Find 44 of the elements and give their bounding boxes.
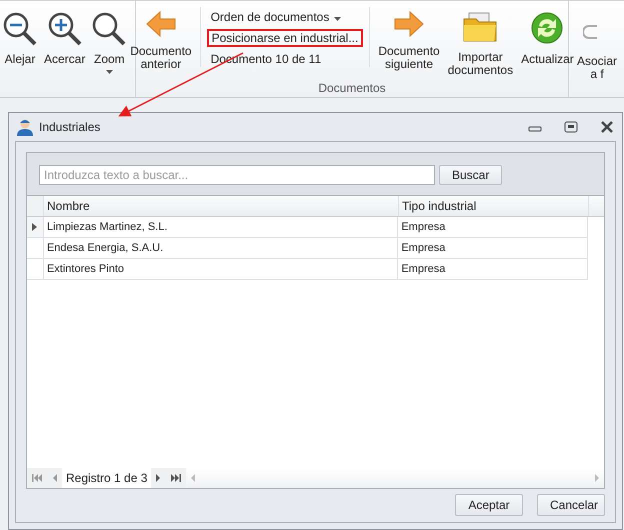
first-record-icon: [32, 474, 42, 482]
right-arrow-icon: [394, 11, 424, 37]
scroll-right-icon: [595, 474, 600, 482]
previous-record-icon: [52, 474, 57, 482]
next-record-icon: [156, 474, 162, 482]
zoom-in-icon: [46, 11, 83, 47]
ribbon-button[interactable]: Asociar a f: [575, 11, 620, 81]
zoom-button[interactable]: Acercar: [42, 11, 88, 66]
magnifier-icon: [91, 11, 128, 47]
order-dropdown[interactable]: Orden de documentos: [206, 9, 346, 25]
table-row[interactable]: Endesa Energia, S.A.U. Empresa: [27, 238, 588, 259]
next-document-button[interactable]: Documento siguiente: [374, 7, 444, 71]
horizontal-scrollbar[interactable]: [186, 468, 604, 488]
column-header[interactable]: Tipo industrial: [399, 196, 589, 216]
caret-icon: [334, 17, 342, 21]
table-cell: Empresa: [398, 259, 588, 279]
scroll-left-icon: [190, 474, 196, 482]
table-row[interactable]: Extintores Pinto Empresa: [27, 259, 588, 280]
row-indicator-icon: [32, 223, 38, 231]
table-cell: Endesa Energia, S.A.U.: [44, 238, 398, 258]
person-icon: [17, 118, 33, 136]
left-arrow-icon: [146, 11, 176, 37]
maximize-icon: [564, 121, 578, 133]
search-button[interactable]: Buscar: [439, 165, 502, 185]
table-cell: Empresa: [398, 238, 588, 258]
ribbon-button[interactable]: Actualizar: [517, 7, 578, 66]
refresh-icon: [530, 11, 564, 45]
zoom-button[interactable]: Alejar: [0, 11, 40, 66]
ribbon-button[interactable]: Importar documentos: [444, 7, 518, 77]
dialog-button[interactable]: Aceptar: [455, 494, 523, 516]
window-title: Industriales: [39, 120, 100, 134]
column-header[interactable]: Nombre: [44, 196, 399, 216]
table-cell: Extintores Pinto: [44, 259, 398, 279]
close-icon: [600, 121, 614, 133]
zoom-out-icon: [2, 11, 38, 47]
last-record-icon: [171, 474, 182, 482]
link-icon: [583, 25, 597, 39]
locate-industrial-button[interactable]: Posicionarse en industrial...: [206, 29, 364, 47]
table-row[interactable]: Limpiezas Martinez, S.L. Empresa: [27, 217, 588, 238]
folder-icon: [462, 11, 498, 43]
group-label: Documentos: [318, 81, 386, 95]
dialog-button[interactable]: Cancelar: [537, 494, 605, 516]
search-field[interactable]: Introduzca texto a buscar...: [39, 165, 435, 185]
record-counter: Registro 1 de 3: [62, 468, 152, 488]
